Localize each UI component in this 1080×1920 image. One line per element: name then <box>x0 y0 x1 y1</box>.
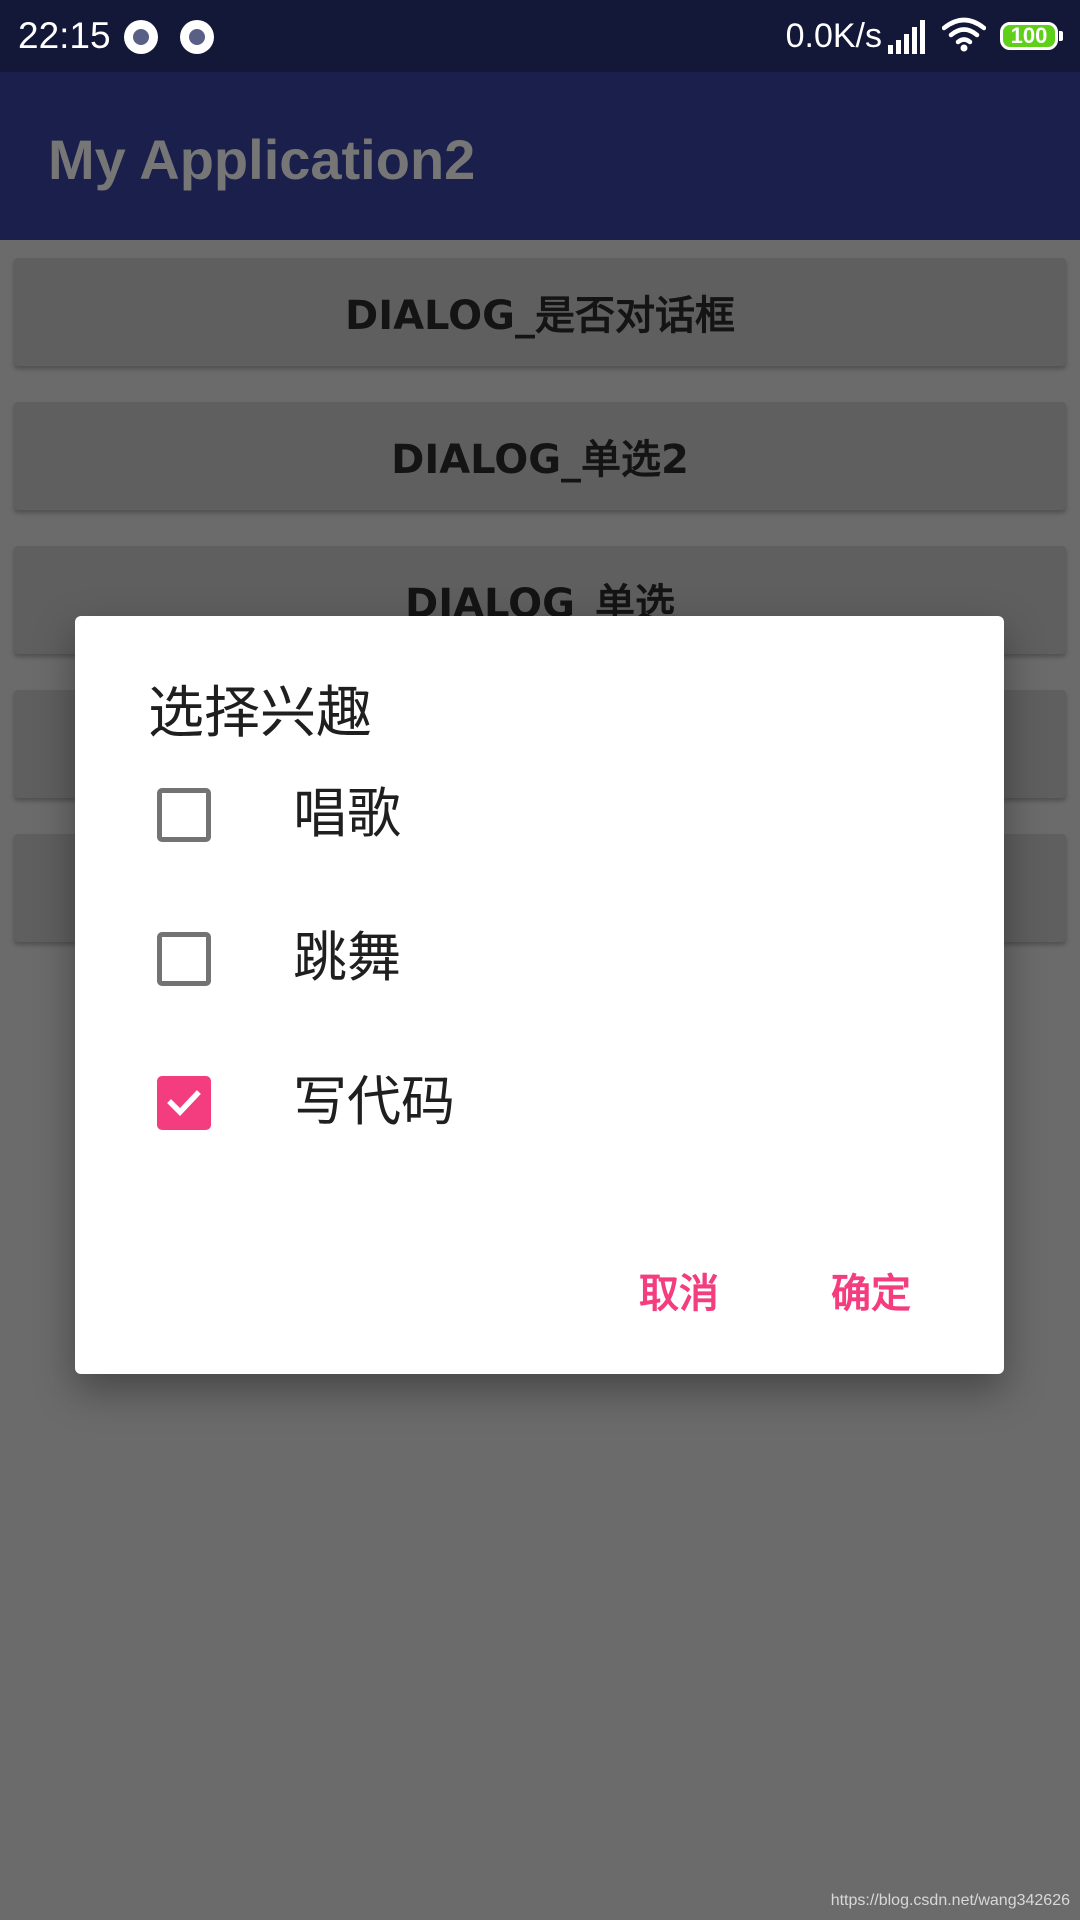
option-label: 写代码 <box>293 1070 455 1133</box>
confirm-button[interactable]: 确定 <box>831 1266 911 1322</box>
app-title: My Application2 <box>48 128 476 191</box>
option-label: 跳舞 <box>293 926 401 989</box>
signal-icon <box>888 20 925 54</box>
checkbox-coding[interactable] <box>157 1076 211 1130</box>
battery-level: 100 <box>1010 23 1048 48</box>
button-label: DIALOG_单选2 <box>391 437 689 483</box>
dialog-yes-no-button[interactable]: DIALOG_是否对话框 <box>14 258 1066 366</box>
battery-icon: 100 <box>1000 22 1063 50</box>
option-label: 唱歌 <box>293 782 401 845</box>
notification-icon <box>180 20 214 54</box>
notification-icon <box>124 20 158 54</box>
status-bar: 22:15 0.0K/s 100 <box>0 0 1080 72</box>
option-dancing[interactable]: 跳舞 <box>75 892 1004 1024</box>
wifi-icon <box>942 17 986 52</box>
option-coding[interactable]: 写代码 <box>75 1036 1004 1168</box>
watermark: https://blog.csdn.net/wang342626 <box>830 1892 1070 1909</box>
checkbox-singing[interactable] <box>157 788 211 842</box>
dialog-title: 选择兴趣 <box>148 681 372 746</box>
option-singing[interactable]: 唱歌 <box>75 748 1004 880</box>
multi-choice-dialog: 选择兴趣 唱歌 跳舞 写代码 取消 确定 <box>75 616 1004 1374</box>
dialog-single-choice-2-button[interactable]: DIALOG_单选2 <box>14 402 1066 510</box>
checkmark-icon <box>167 1090 201 1116</box>
button-label: DIALOG_是否对话框 <box>345 293 735 339</box>
status-time: 22:15 <box>18 15 111 56</box>
checkbox-dancing[interactable] <box>157 932 211 986</box>
cancel-button[interactable]: 取消 <box>639 1266 719 1322</box>
app-bar: My Application2 <box>0 72 1080 240</box>
network-speed: 0.0K/s <box>785 17 882 55</box>
